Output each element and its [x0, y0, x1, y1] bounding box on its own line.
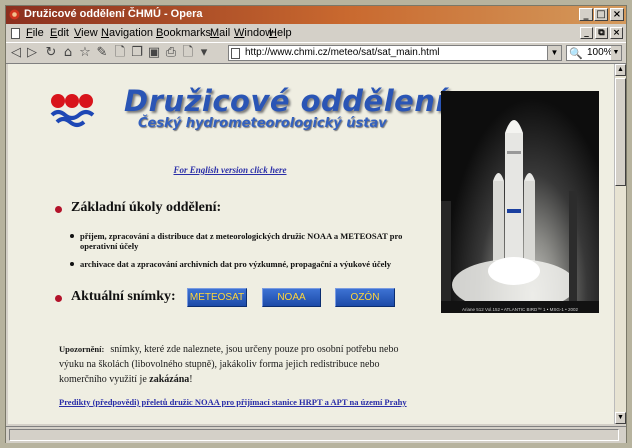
menu-window[interactable]: Window	[234, 27, 273, 39]
menu-mail[interactable]: Mail	[210, 27, 230, 39]
edit-icon[interactable]: ✎	[94, 45, 110, 61]
noaa-button[interactable]: NOAA	[262, 288, 321, 307]
menu-view[interactable]: View	[74, 27, 98, 39]
tasks-heading: Základní úkoly oddělení:	[71, 200, 222, 215]
minimize-button[interactable]: _	[579, 8, 593, 21]
ozon-button[interactable]: OZÓN	[335, 288, 395, 307]
bookmark-star-icon[interactable]: ☆	[77, 45, 93, 61]
page-title: Družicové oddělení	[124, 84, 446, 118]
menu-help[interactable]: Help	[269, 27, 292, 39]
back-icon[interactable]: ◁	[8, 45, 24, 61]
menu-file[interactable]: File	[26, 27, 44, 39]
mdi-restore-button[interactable]: ⧉	[595, 27, 608, 39]
warning-emphasis: zakázána	[149, 374, 190, 385]
scroll-down-icon[interactable]: ▼	[615, 412, 626, 424]
scroll-up-icon[interactable]: ▲	[615, 64, 626, 76]
toolbar: ◁ ▷ ↻ ⌂ ☆ ✎ 🗋 ❐ ▣ ⎙ 🗋 ▾ http://www.chmi.…	[6, 42, 626, 64]
warning-notice: Upozornění: snímky, které zde naleznete, …	[59, 342, 399, 387]
english-version-link[interactable]: For English version click here	[8, 165, 452, 175]
page-subtitle: Český hydrometeorologický ústav	[138, 116, 387, 131]
opera-icon	[9, 9, 20, 20]
mdi-minimize-button[interactable]: _	[580, 27, 593, 39]
address-bar[interactable]: http://www.chmi.cz/meteo/sat/sat_main.ht…	[228, 45, 562, 61]
home-icon[interactable]: ⌂	[60, 45, 76, 61]
zoom-dropdown-icon[interactable]: ▼	[611, 46, 621, 60]
status-field	[9, 429, 619, 441]
warning-end: !	[189, 374, 193, 385]
close-button[interactable]: ×	[610, 8, 624, 21]
title-bar[interactable]: Družicové oddělení ČHMÚ - Opera _ □ ×	[6, 6, 626, 24]
rocket-launch-image: Ariane 512 Vol.152 • ATLANTIC BIRD™ 1 • …	[441, 91, 599, 313]
maximize-button[interactable]: □	[594, 8, 608, 21]
zoom-control[interactable]: 🔍 100% ▼	[566, 45, 622, 61]
forward-icon[interactable]: ▷	[24, 45, 40, 61]
warning-text: snímky, které zde naleznete, jsou určeny…	[59, 344, 399, 385]
rocket-illustration	[441, 120, 599, 313]
mdi-close-button[interactable]: ×	[610, 27, 623, 39]
menu-navigation[interactable]: Navigation	[101, 27, 153, 39]
list-item: příjem, zpracování a distribuce dat z me…	[70, 231, 430, 251]
zoom-value: 100%	[587, 47, 613, 58]
reload-icon[interactable]: ↻	[43, 45, 59, 61]
bullet-icon	[55, 295, 62, 302]
page-icon	[11, 28, 20, 39]
meteosat-button[interactable]: METEOSAT	[187, 288, 247, 307]
status-bar	[6, 426, 626, 443]
menu-edit[interactable]: Edit	[50, 27, 69, 39]
bullet-icon	[55, 206, 62, 213]
chevron-down-icon[interactable]: ▾	[196, 45, 212, 61]
chmi-logo	[50, 94, 95, 127]
warning-label: Upozornění:	[59, 344, 105, 354]
page-icon	[231, 48, 240, 59]
image-caption: Ariane 512 Vol.152 • ATLANTIC BIRD™ 1 • …	[462, 307, 578, 312]
scroll-thumb[interactable]	[615, 78, 626, 186]
vertical-scrollbar[interactable]: ▲ ▼	[614, 64, 626, 424]
save-icon[interactable]: ▣	[146, 45, 162, 61]
print-icon[interactable]: ⎙	[163, 45, 179, 61]
list-item: archivace dat a zpracování archivních da…	[70, 259, 430, 269]
window-title: Družicové oddělení ČHMÚ - Opera	[24, 8, 203, 20]
address-url[interactable]: http://www.chmi.cz/meteo/sat/sat_main.ht…	[245, 47, 440, 58]
address-dropdown-icon[interactable]: ▼	[547, 46, 561, 60]
magnifier-icon: 🔍	[569, 47, 583, 60]
page-content: Družicové oddělení Český hydrometeorolog…	[8, 64, 614, 424]
new-page-icon[interactable]: 🗋	[112, 45, 128, 61]
tasks-list: příjem, zpracování a distribuce dat z me…	[70, 231, 430, 277]
snapshots-heading: Aktuální snímky:	[71, 289, 176, 304]
noaa-predictions-link[interactable]: Predikty (předpovědi) přeletů družic NOA…	[59, 397, 409, 408]
menu-bar: File Edit View Navigation Bookmarks Mail…	[6, 25, 626, 42]
browser-window: Družicové oddělení ČHMÚ - Opera _ □ × Fi…	[5, 5, 627, 443]
copy-icon[interactable]: ❐	[129, 45, 145, 61]
page-icon[interactable]: 🗋	[180, 45, 196, 61]
menu-bookmarks[interactable]: Bookmarks	[156, 27, 211, 39]
